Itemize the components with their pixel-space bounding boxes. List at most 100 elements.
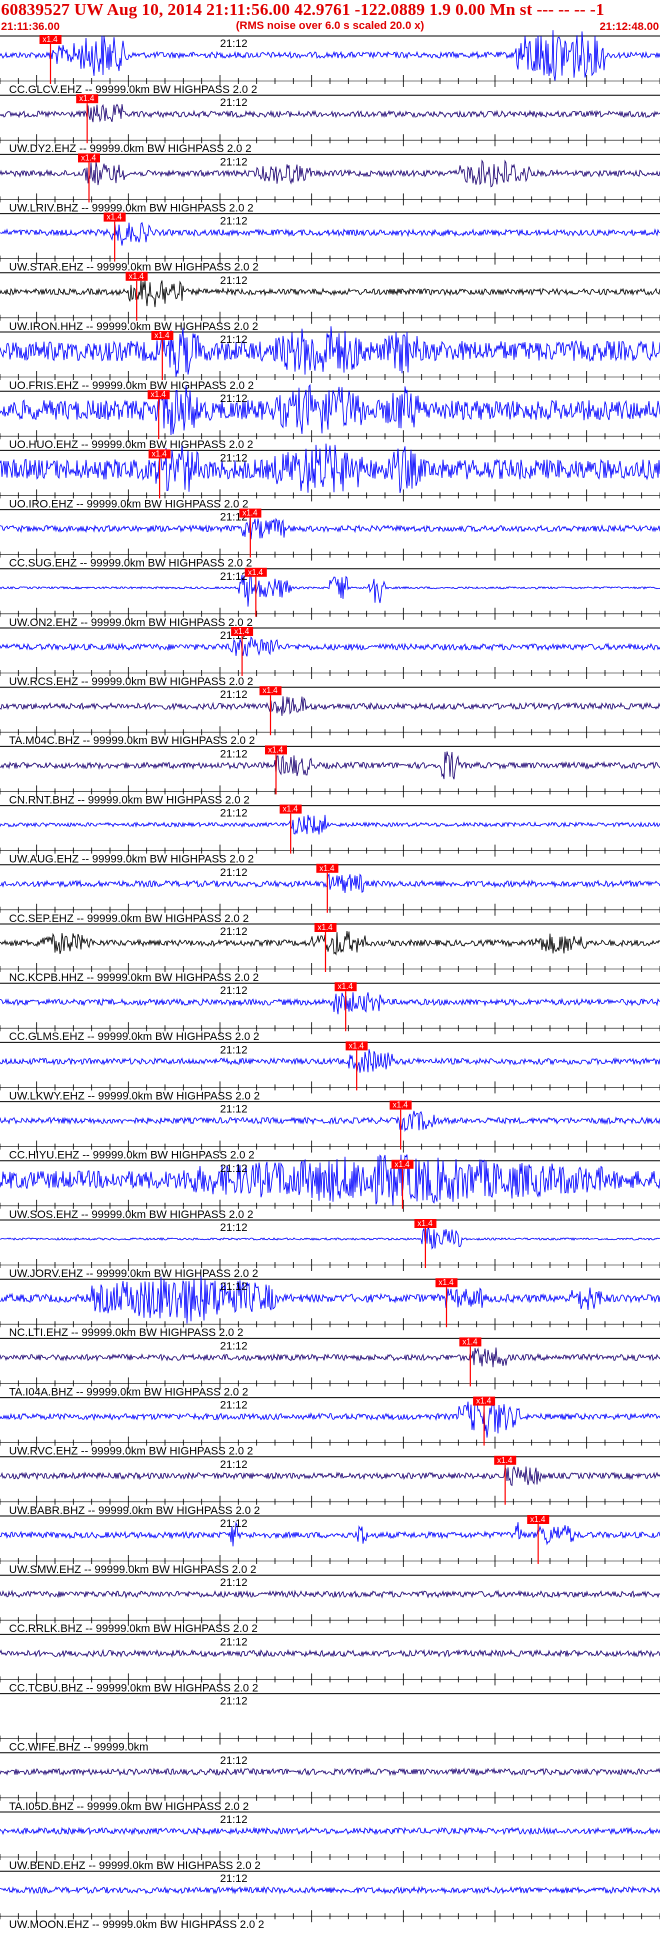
minute-tick-label: 21:12 [220,1814,248,1826]
waveform-uw-rvc-ehz [0,1398,660,1438]
trace-label: UW.SOS.EHZ -- 99999.0km BW HIGHPASS 2.0 … [9,1209,253,1221]
waveform-nc-lti-ehz [0,1275,660,1324]
waveform-cn-rnt-bhz [0,751,660,780]
trace-row: 21:12 UW.MOON.EHZ -- 99999.0km BW HIGHPAS… [0,1870,660,1931]
waveform-cc-hiyu-ehz [0,1110,660,1132]
pick-label: x1.4 [154,331,170,340]
minute-tick-label: 21:12 [220,1518,248,1530]
trace-label: UW.AUG.EHZ -- 99999.0km BW HIGHPASS 2.0 … [9,854,254,866]
pick-label: x1.4 [81,153,97,162]
trace-label: NC.KCPB.HHZ -- 99999.0km BW HIGHPASS 2.0… [9,972,259,984]
pick-label: x1.4 [318,923,334,932]
pick-label: x1.4 [268,745,284,754]
trace-label: UW.RVC.EHZ -- 99999.0km BW HIGHPASS 2.0 … [9,1446,253,1458]
pick-label: x1.4 [79,94,95,103]
trace-row: 21:12 NC.LTI.EHZ -- 99999.0km BW HIGHPASS… [0,1275,660,1339]
minute-tick-label: 21:12 [220,452,248,464]
trace-row: 21:12 CN.RNT.BHZ -- 99999.0km BW HIGHPASS… [0,745,660,806]
trace-label: CC.SUG.EHZ -- 99999.0km BW HIGHPASS 2.0 … [9,558,252,570]
trace-label: CC.GLCV.EHZ -- 99999.0km BW HIGHPASS 2.0… [9,84,257,96]
pick-label: x1.4 [530,1515,546,1524]
trace-row: 21:12 UW.LKWY.EHZ -- 99999.0km BW HIGHPAS… [0,1041,660,1102]
pick-label: x1.4 [439,1278,455,1287]
minute-tick-label: 21:12 [220,985,248,997]
trace-label: CC.HIYU.EHZ -- 99999.0km BW HIGHPASS 2.0… [9,1150,255,1162]
pick-label: x1.4 [338,982,354,991]
trace-row: 21:12 TA.M04C.BHZ -- 99999.0km BW HIGHPAS… [0,686,660,747]
pick-label: x1.4 [417,1219,433,1228]
pick-label: x1.4 [129,272,145,281]
waveform-uw-sos-ehz [0,1154,660,1206]
trace-row: 21:12UW.RCS.EHZ -- 99999.0km BW HIGHPASS… [0,627,660,688]
waveform-uw-dy2-ehz [0,103,660,123]
trace-label: UW.LKWY.EHZ -- 99999.0km BW HIGHPASS 2.0… [9,1090,260,1102]
trace-label: UO.IRO.EHZ -- 99999.0km BW HIGHPASS 2.0 … [9,498,248,510]
minute-tick-label: 21:12 [220,275,248,287]
trace-row: 21:12 CC.TCBU.BHZ -- 99999.0km BW HIGHPAS… [0,1633,660,1694]
trace-label: TA.I04A.BHZ -- 99999.0km BW HIGHPASS 2.0… [9,1386,248,1398]
trace-row: 21:12UW.STAR.EHZ -- 99999.0km BW HIGHPAS… [0,212,660,274]
trace-label: UW.SMW.EHZ -- 99999.0km BW HIGHPASS 2.0 … [9,1564,256,1576]
waveform-ta-m04c-bhz [0,696,660,716]
trace-row: 21:12 CC.WIFE.BHZ -- 99999.0km [0,1693,660,1754]
minute-tick-label: 21:12 [220,97,248,109]
waveform-uw-lriv-bhz [0,159,660,188]
trace-label: CC.WIFE.BHZ -- 99999.0km [9,1742,148,1754]
pick-label: x1.4 [476,1397,492,1406]
minute-tick-label: 21:12 [220,1577,248,1589]
minute-tick-label: 21:12 [220,867,248,879]
waveform-uw-moon-ehz [0,1885,660,1895]
trace-row: 21:12 CC.GLMS.EHZ -- 99999.0km BW HIGHPAS… [0,982,660,1043]
waveform-uw-bend-ehz [0,1826,660,1836]
minute-tick-label: 21:12 [220,571,248,583]
trace-row: 21:12 CC.GLCV.EHZ -- 99999.0km BW HIGHPAS… [0,30,660,96]
pick-label: x1.4 [151,390,167,399]
waveform-uw-smw-ehz [0,1521,660,1547]
pick-label: x1.4 [234,627,250,636]
pick-label: x1.4 [349,1041,365,1050]
waveform-uw-star-ehz [0,221,660,246]
trace-label: UW.DY2.EHZ -- 99999.0km BW HIGHPASS 2.0 … [9,143,251,155]
trace-label: TA.M04C.BHZ -- 99999.0km BW HIGHPASS 2.0… [9,735,255,747]
trace-row: 21:12 CC.HIYU.EHZ -- 99999.0km BW HIGHPAS… [0,1100,660,1162]
minute-tick-label: 21:12 [220,926,248,938]
waveform-uw-on2-ehz [0,572,660,607]
minute-tick-label: 21:12 [220,808,248,820]
trace-label: UO.HUO.EHZ -- 99999.0km BW HIGHPASS 2.0 … [9,439,253,451]
trace-label: UW.ON2.EHZ -- 99999.0km BW HIGHPASS 2.0 … [9,617,253,629]
pick-label: x1.4 [152,449,168,458]
trace-label: UO.FRIS.EHZ -- 99999.0km BW HIGHPASS 2.0… [9,380,254,392]
pick-label: x1.4 [263,686,279,695]
trace-row: 21:12 UO.IRO.EHZ -- 99999.0km BW HIGHPASS… [0,443,660,510]
minute-tick-label: 21:12 [220,689,248,701]
minute-tick-label: 21:12 [220,38,248,50]
trace-label: CC.SEP.EHZ -- 99999.0km BW HIGHPASS 2.0 … [9,913,249,925]
waveform-uw-jorv-ehz [0,1226,660,1250]
trace-row: 21:12 CC.SEP.EHZ -- 99999.0km BW HIGHPASS… [0,863,660,925]
trace-row: 21:12 UO.FRIS.EHZ -- 99999.0km BW HIGHPAS… [0,326,660,392]
trace-row: 21:12CC.SUG.EHZ -- 99999.0km BW HIGHPASS… [0,509,660,570]
pick-label: x1.4 [242,509,258,518]
waveform-cc-tcbu-bhz [0,1648,660,1658]
waveform-uo-fris-ehz [0,326,660,377]
trace-row: 21:12 UW.AUG.EHZ -- 99999.0km BW HIGHPASS… [0,804,660,866]
trace-row: 21:12 UW.BEND.EHZ -- 99999.0km BW HIGHPAS… [0,1811,660,1872]
pick-label: x1.4 [462,1337,478,1346]
trace-label: CC.TCBU.BHZ -- 99999.0km BW HIGHPASS 2.0… [9,1682,258,1694]
trace-row: 21:12 UO.HUO.EHZ -- 99999.0km BW HIGHPASS… [0,383,660,451]
minute-tick-label: 21:12 [220,1636,248,1648]
trace-row: 21:12 UW.JORV.EHZ -- 99999.0km BW HIGHPAS… [0,1219,660,1280]
trace-label: UW.BEND.EHZ -- 99999.0km BW HIGHPASS 2.0… [9,1860,261,1872]
waveform-cc-rrlk-bhz [0,1589,660,1599]
trace-row: 21:12 UW.RVC.EHZ -- 99999.0km BW HIGHPASS… [0,1396,660,1458]
trace-row: 21:12 CC.RRLK.BHZ -- 99999.0km BW HIGHPAS… [0,1574,660,1635]
trace-row: 21:12 UW.ON2.EHZ -- 99999.0km BW HIGHPASS… [0,567,660,629]
waveform-uo-huo-ehz [0,383,660,436]
trace-row: 21:12 UW.SOS.EHZ -- 99999.0km BW HIGHPASS… [0,1154,660,1221]
pick-label: x1.4 [319,864,335,873]
trace-label: UW.BABR.BHZ -- 99999.0km BW HIGHPASS 2.0… [9,1505,260,1517]
minute-tick-label: 21:12 [220,156,248,168]
waveform-uw-babr-bhz [0,1465,660,1487]
minute-tick-label: 21:12 [220,1222,248,1234]
seismogram-plot: 21:12CC.GLCV.EHZ -- 99999.0km BW HIGHPAS… [0,30,660,1931]
